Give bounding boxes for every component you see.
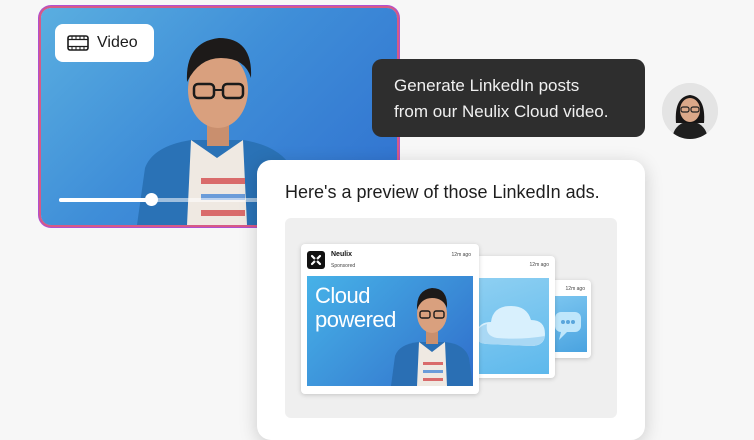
ad-image: Cloud powered xyxy=(307,276,473,386)
video-chip: Video xyxy=(55,24,154,62)
ad-sponsored-label: Sponsored xyxy=(331,263,356,269)
presenter-image xyxy=(391,288,473,386)
ad-brand-name: Neulix xyxy=(331,251,353,258)
video-chip-label: Video xyxy=(97,34,138,51)
neulix-logo-icon xyxy=(307,251,325,269)
cloud-icon xyxy=(476,306,545,346)
film-icon xyxy=(67,35,89,51)
video-progress-fill xyxy=(59,198,151,202)
response-card: Here's a preview of those LinkedIn ads. … xyxy=(257,160,645,440)
user-prompt-bubble: Generate LinkedIn posts from our Neulix … xyxy=(372,59,645,137)
video-progress-bar[interactable] xyxy=(59,193,259,206)
response-title: Here's a preview of those LinkedIn ads. xyxy=(285,182,600,202)
prompt-line-1: Generate LinkedIn posts xyxy=(394,76,580,95)
ad-timestamp: 12m ago xyxy=(451,252,471,258)
ad-timestamp: 12m ago xyxy=(529,262,549,268)
ad-timestamp: 12m ago xyxy=(565,286,585,292)
avatar xyxy=(662,83,718,139)
ads-preview-area: 12m ago 12m ago Neulix Sponsored 12m ago… xyxy=(285,218,617,418)
ad-preview-card[interactable]: Neulix Sponsored 12m ago Cloud powered xyxy=(301,244,479,394)
ad-image xyxy=(471,278,549,374)
video-scrubber-handle[interactable] xyxy=(145,193,158,206)
user-avatar-image xyxy=(662,83,718,139)
prompt-line-2: from our Neulix Cloud video. xyxy=(394,102,609,121)
